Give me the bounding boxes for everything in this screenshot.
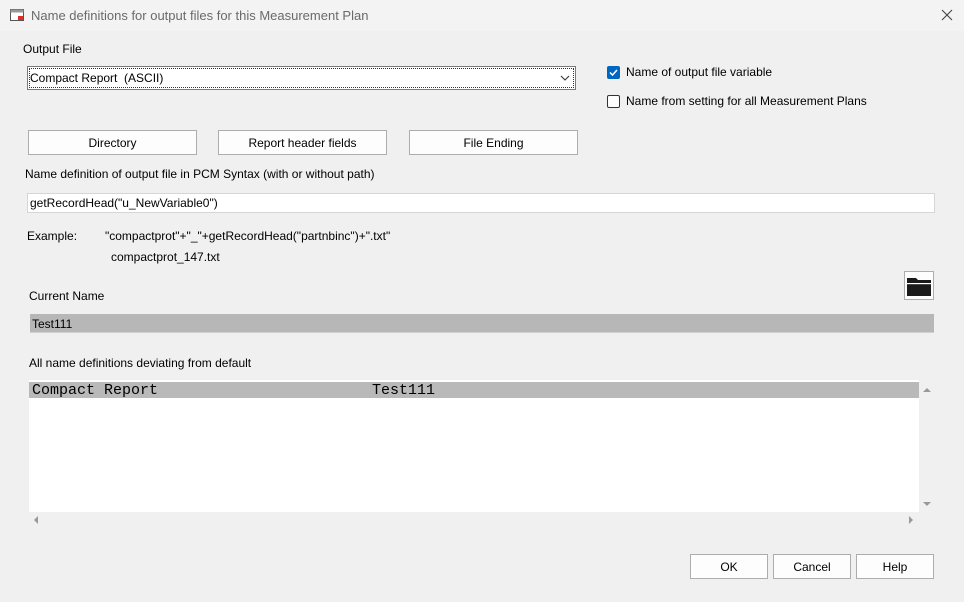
horizontal-scrollbar[interactable] <box>29 512 919 528</box>
name-from-setting-checkbox[interactable]: Name from setting for all Measurement Pl… <box>607 94 867 108</box>
current-name-label: Current Name <box>29 289 105 303</box>
cancel-button[interactable]: Cancel <box>773 554 851 579</box>
checkmark-icon <box>609 68 618 76</box>
output-file-label: Output File <box>23 42 82 56</box>
close-button[interactable] <box>934 3 960 27</box>
name-variable-checkbox[interactable]: Name of output file variable <box>607 65 772 79</box>
name-from-setting-label: Name from setting for all Measurement Pl… <box>626 94 867 108</box>
name-definition-field[interactable] <box>27 193 935 213</box>
scroll-up-icon[interactable] <box>922 385 932 395</box>
current-name-display: Test111 <box>30 314 934 333</box>
window-title: Name definitions for output files for th… <box>31 8 369 23</box>
scroll-right-icon[interactable] <box>906 515 916 525</box>
checkbox-unchecked-icon <box>607 94 620 108</box>
report-header-fields-button[interactable]: Report header fields <box>218 130 387 155</box>
deviating-label: All name definitions deviating from defa… <box>29 356 252 370</box>
vertical-scrollbar[interactable] <box>919 380 935 512</box>
scroll-corner <box>919 512 935 528</box>
window-app-icon <box>10 9 24 21</box>
checkbox-checked-icon <box>607 65 620 79</box>
folder-icon <box>907 277 931 296</box>
list-item-name: Compact Report <box>32 382 159 399</box>
name-variable-label: Name of output file variable <box>626 65 773 79</box>
scroll-down-icon[interactable] <box>922 499 932 509</box>
example-syntax: "compactprot"+"_"+getRecordHead("partnbi… <box>105 229 391 243</box>
list-item[interactable]: Compact Report Test111 <box>29 382 919 399</box>
current-name-value: Test111 <box>32 317 73 331</box>
example-label: Example: <box>27 229 78 243</box>
name-definition-input[interactable] <box>28 194 934 212</box>
scroll-left-icon[interactable] <box>31 515 41 525</box>
help-button[interactable]: Help <box>856 554 934 579</box>
deviating-listbox[interactable]: Compact Report Test111 <box>29 380 935 528</box>
directory-button[interactable]: Directory <box>28 130 197 155</box>
list-item-value: Test111 <box>372 382 436 399</box>
title-bar: Name definitions for output files for th… <box>0 0 964 31</box>
close-icon <box>941 9 953 21</box>
output-file-selected-value: Compact Report (ASCII) <box>30 71 164 85</box>
browse-folder-button[interactable] <box>904 271 934 300</box>
example-result: compactprot_147.txt <box>111 250 220 264</box>
ok-button[interactable]: OK <box>690 554 768 579</box>
output-file-select[interactable]: Compact Report (ASCII) <box>27 66 576 90</box>
file-ending-button[interactable]: File Ending <box>409 130 578 155</box>
name-definition-label: Name definition of output file in PCM Sy… <box>25 167 375 181</box>
chevron-down-icon <box>560 75 570 81</box>
